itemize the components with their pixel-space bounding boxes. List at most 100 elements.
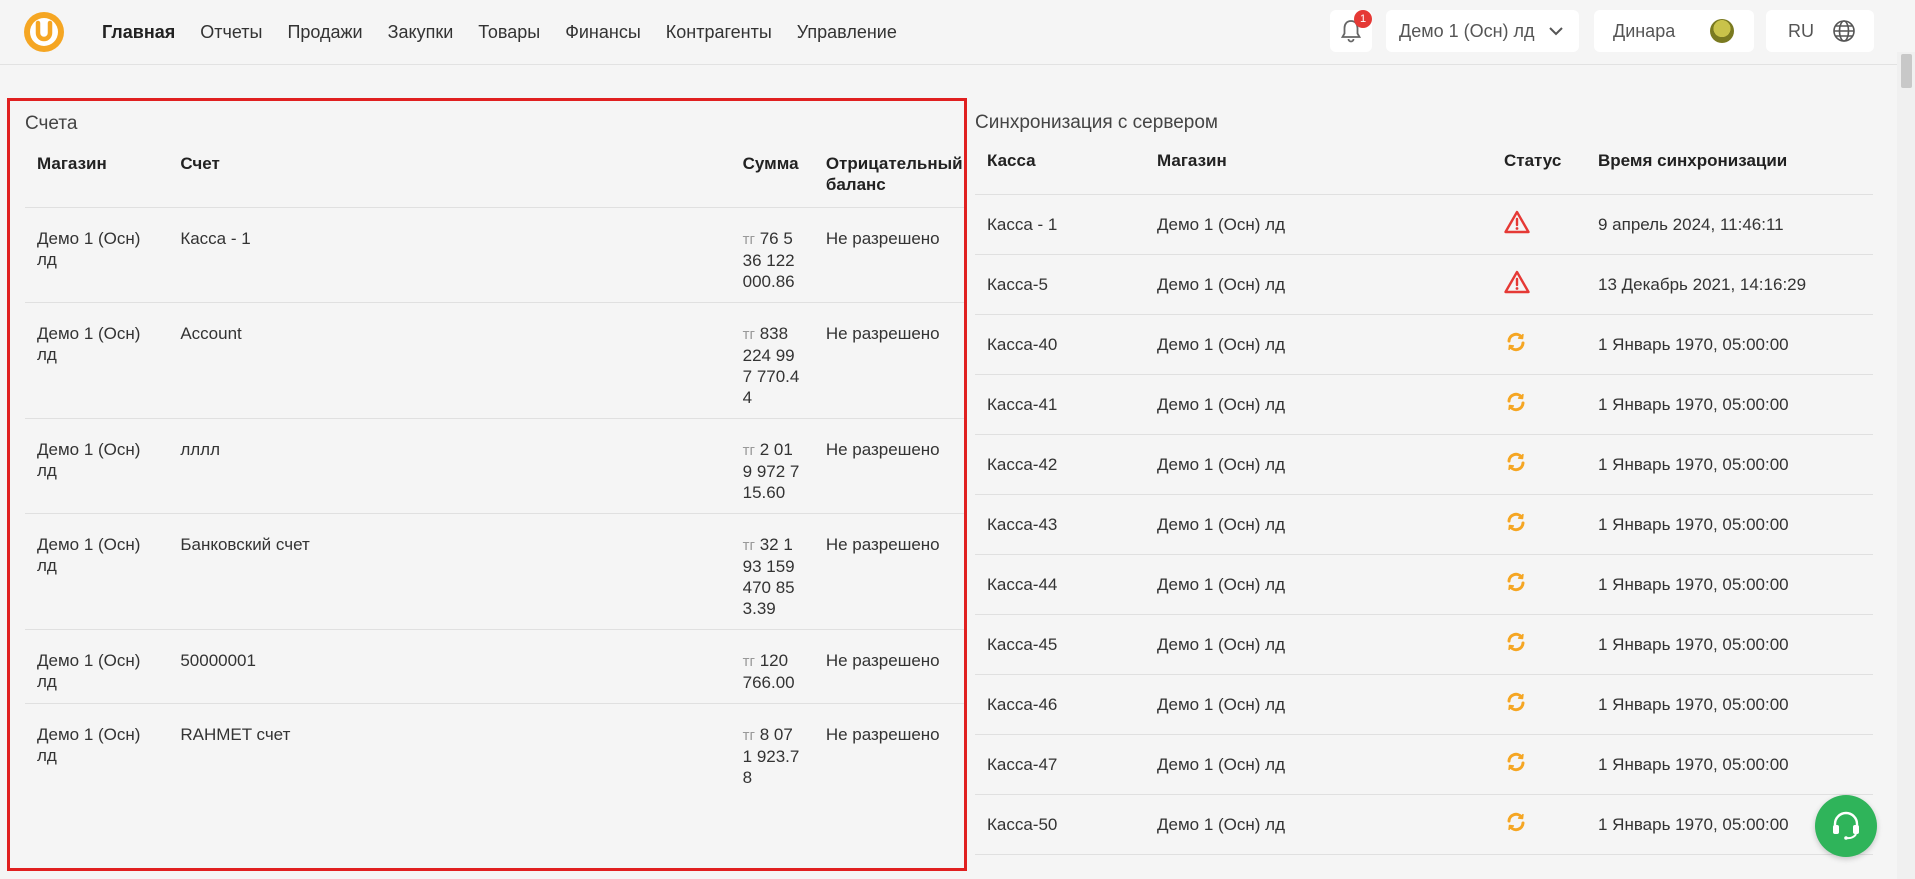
user-menu[interactable]: Динара [1594,10,1754,52]
table-row[interactable]: Касса-41 Демо 1 (Осн) лд 1 Январь 1970, 05… [975,374,1873,435]
store-select[interactable]: Демо 1 (Осн) лд [1386,10,1579,52]
cell-sync-time: 1 Январь 1970, 05:00:00 [1586,734,1873,795]
cell-shop: Демо 1 (Осн) лд [25,513,169,630]
table-row[interactable]: Демо 1 (Осн) лд 50000001 тг 120 766.00 Н… [25,629,964,704]
sync-icon [1504,570,1528,599]
cell-shop: Демо 1 (Осн) лд [1145,794,1492,855]
table-row[interactable]: Касса-45 Демо 1 (Осн) лд 1 Январь 1970, 05… [975,614,1873,675]
column-header-account[interactable]: Счет [168,153,730,208]
nav-item-finance[interactable]: Финансы [565,22,641,43]
main-nav: Главная Отчеты Продажи Закупки Товары Фи… [102,0,922,64]
currency-label: тг [742,727,755,744]
cell-shop: Демо 1 (Осн) лд [25,302,169,419]
sync-icon [1504,450,1528,479]
cell-negative-balance: Не разрешено [813,513,964,630]
cell-sum: тг 76 536 122 000.86 [730,207,814,303]
notifications-button[interactable]: 1 [1330,10,1372,52]
cell-sync-time: 1 Январь 1970, 05:00:00 [1586,554,1873,615]
table-row[interactable]: Демо 1 (Осн) лд Банковский счет тг 32 19… [25,513,964,630]
cell-status [1492,794,1586,855]
logo[interactable] [24,12,64,52]
cell-shop: Демо 1 (Осн) лд [1145,374,1492,435]
cell-shop: Демо 1 (Осн) лд [25,629,169,704]
table-row[interactable]: Касса-40 Демо 1 (Осн) лд 1 Январь 1970, 05… [975,314,1873,375]
sync-icon [1504,750,1528,779]
cell-sync-time: 1 Январь 1970, 05:00:00 [1586,494,1873,555]
accounts-title: Счета [25,113,78,134]
column-header-kassa[interactable]: Касса [975,150,1145,195]
table-row[interactable]: Касса-5 Демо 1 (Осн) лд 13 Декабрь 2021, 1… [975,254,1873,315]
cell-sync-time: 1 Январь 1970, 05:00:00 [1586,674,1873,735]
sync-panel: Синхронизация с сервером Касса Магазин С… [975,98,1875,879]
nav-item-reports[interactable]: Отчеты [200,22,262,43]
nav-item-products[interactable]: Товары [478,22,540,43]
currency-label: тг [742,653,755,670]
cell-account: Банковский счет [168,513,731,630]
table-row[interactable]: Демо 1 (Осн) лд лллл тг 2 019 972 715.60… [25,418,964,514]
cell-sum: тг 2 019 972 715.60 [730,418,814,514]
column-header-status[interactable]: Статус [1492,150,1586,195]
sync-icon [1504,810,1528,839]
cell-kassa: Касса-44 [975,554,1145,615]
cell-shop: Демо 1 (Осн) лд [25,703,169,798]
nav-item-home[interactable]: Главная [102,22,175,43]
cell-kassa: Касса-43 [975,494,1145,555]
cell-shop: Демо 1 (Осн) лд [1145,254,1492,315]
nav-item-management[interactable]: Управление [797,22,897,43]
column-header-sum[interactable]: Сумма [731,153,814,208]
column-header-shop[interactable]: Магазин [25,153,168,208]
table-row[interactable]: Касса-50 Демо 1 (Осн) лд 1 Январь 1970, 05… [975,794,1873,855]
table-row[interactable]: Демо 1 (Осн) лд Касса - 1 тг 76 536 122 … [25,207,964,303]
cell-sum: тг 120 766.00 [730,629,814,704]
cell-shop: Демо 1 (Осн) лд [1145,554,1492,615]
cell-status [1492,374,1586,435]
cell-kassa: Касса-42 [975,434,1145,495]
scrollbar-thumb[interactable] [1901,54,1912,88]
headset-icon [1833,811,1859,840]
cell-negative-balance: Не разрешено [813,302,964,419]
nav-item-purchases[interactable]: Закупки [388,22,454,43]
nav-item-sales[interactable]: Продажи [287,22,362,43]
cell-sync-time: 13 Декабрь 2021, 14:16:29 [1586,254,1873,315]
cell-status [1492,314,1586,375]
cell-sum: тг 8 071 923.78 [730,703,814,798]
cell-kassa: Касса - 1 [975,194,1145,255]
table-row[interactable]: Касса-46 Демо 1 (Осн) лд 1 Январь 1970, 05… [975,674,1873,735]
cell-kassa: Касса-40 [975,314,1145,375]
sync-icon [1504,510,1528,539]
accounts-table: Магазин Счет Сумма Отрицательный баланс … [25,153,964,798]
table-row[interactable]: Демо 1 (Осн) лд RAHMET счет тг 8 071 923… [25,703,964,798]
cell-shop: Демо 1 (Осн) лд [1145,734,1492,795]
nav-item-contractors[interactable]: Контрагенты [666,22,772,43]
table-row[interactable]: Касса - 1 Демо 1 (Осн) лд 9 апрель 2024, 1… [975,194,1873,255]
table-row[interactable]: Касса-44 Демо 1 (Осн) лд 1 Январь 1970, 05… [975,554,1873,615]
cell-shop: Демо 1 (Осн) лд [1145,674,1492,735]
cell-sync-time: 9 апрель 2024, 11:46:11 [1586,194,1873,255]
cell-kassa: Касса-47 [975,734,1145,795]
cell-shop: Демо 1 (Осн) лд [1145,194,1492,255]
page-scrollbar[interactable] [1897,52,1915,879]
cell-status [1492,554,1586,615]
sync-icon [1504,390,1528,419]
table-row[interactable]: Касса-47 Демо 1 (Осн) лд 1 Январь 1970, 05… [975,734,1873,795]
chevron-down-icon [1549,27,1563,36]
cell-account: RAHMET счет [168,703,731,798]
support-chat-button[interactable] [1815,795,1877,857]
cell-status [1492,254,1586,315]
language-select[interactable]: RU [1766,10,1874,52]
table-row[interactable]: Демо 1 (Осн) лд Account тг 838 224 997 7… [25,302,964,419]
currency-label: тг [742,231,755,248]
cell-status [1492,614,1586,675]
table-row[interactable]: Касса-43 Демо 1 (Осн) лд 1 Январь 1970, 05… [975,494,1873,555]
currency-label: тг [742,537,755,554]
table-row[interactable]: Касса-42 Демо 1 (Осн) лд 1 Январь 1970, 05… [975,434,1873,495]
column-header-negative-balance[interactable]: Отрицательный баланс [814,153,964,208]
cell-shop: Демо 1 (Осн) лд [25,418,169,514]
warning-icon [1504,270,1530,299]
cell-account: 50000001 [168,629,731,704]
cell-sync-time: 1 Январь 1970, 05:00:00 [1586,434,1873,495]
cell-account: лллл [168,418,731,514]
column-header-sync-time[interactable]: Время синхронизации [1586,150,1873,195]
cell-negative-balance: Не разрешено [813,418,964,514]
column-header-shop[interactable]: Магазин [1145,150,1492,195]
